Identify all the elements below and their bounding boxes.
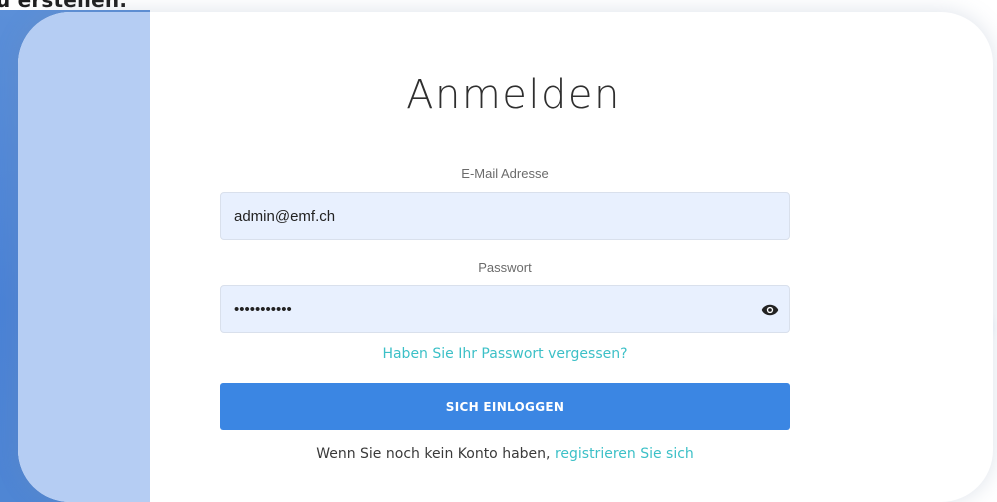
login-button[interactable]: SICH EINLOGGEN <box>220 383 790 430</box>
forgot-password-link[interactable]: Haben Sie Ihr Passwort vergessen? <box>220 346 790 362</box>
page-title: Anmelden <box>18 72 993 118</box>
email-field[interactable] <box>221 193 789 239</box>
register-link[interactable]: registrieren Sie sich <box>555 446 694 462</box>
login-card: Anmelden E-Mail Adresse Passwort Haben S… <box>18 12 993 502</box>
password-field-container <box>220 285 790 333</box>
password-label: Passwort <box>478 260 532 275</box>
register-prompt: Wenn Sie noch kein Konto haben, <box>316 446 551 462</box>
page-title-text: Anmelden <box>406 72 621 118</box>
password-field[interactable] <box>221 286 789 332</box>
login-screen: u erstellen. Anmelden E-Mail Adresse Pas… <box>0 0 997 502</box>
email-field-container <box>220 192 790 240</box>
register-line: Wenn Sie noch kein Konto haben, registri… <box>220 446 790 462</box>
eye-icon-graphic <box>761 304 779 316</box>
eye-icon[interactable] <box>761 301 779 319</box>
email-label: E-Mail Adresse <box>461 166 549 181</box>
